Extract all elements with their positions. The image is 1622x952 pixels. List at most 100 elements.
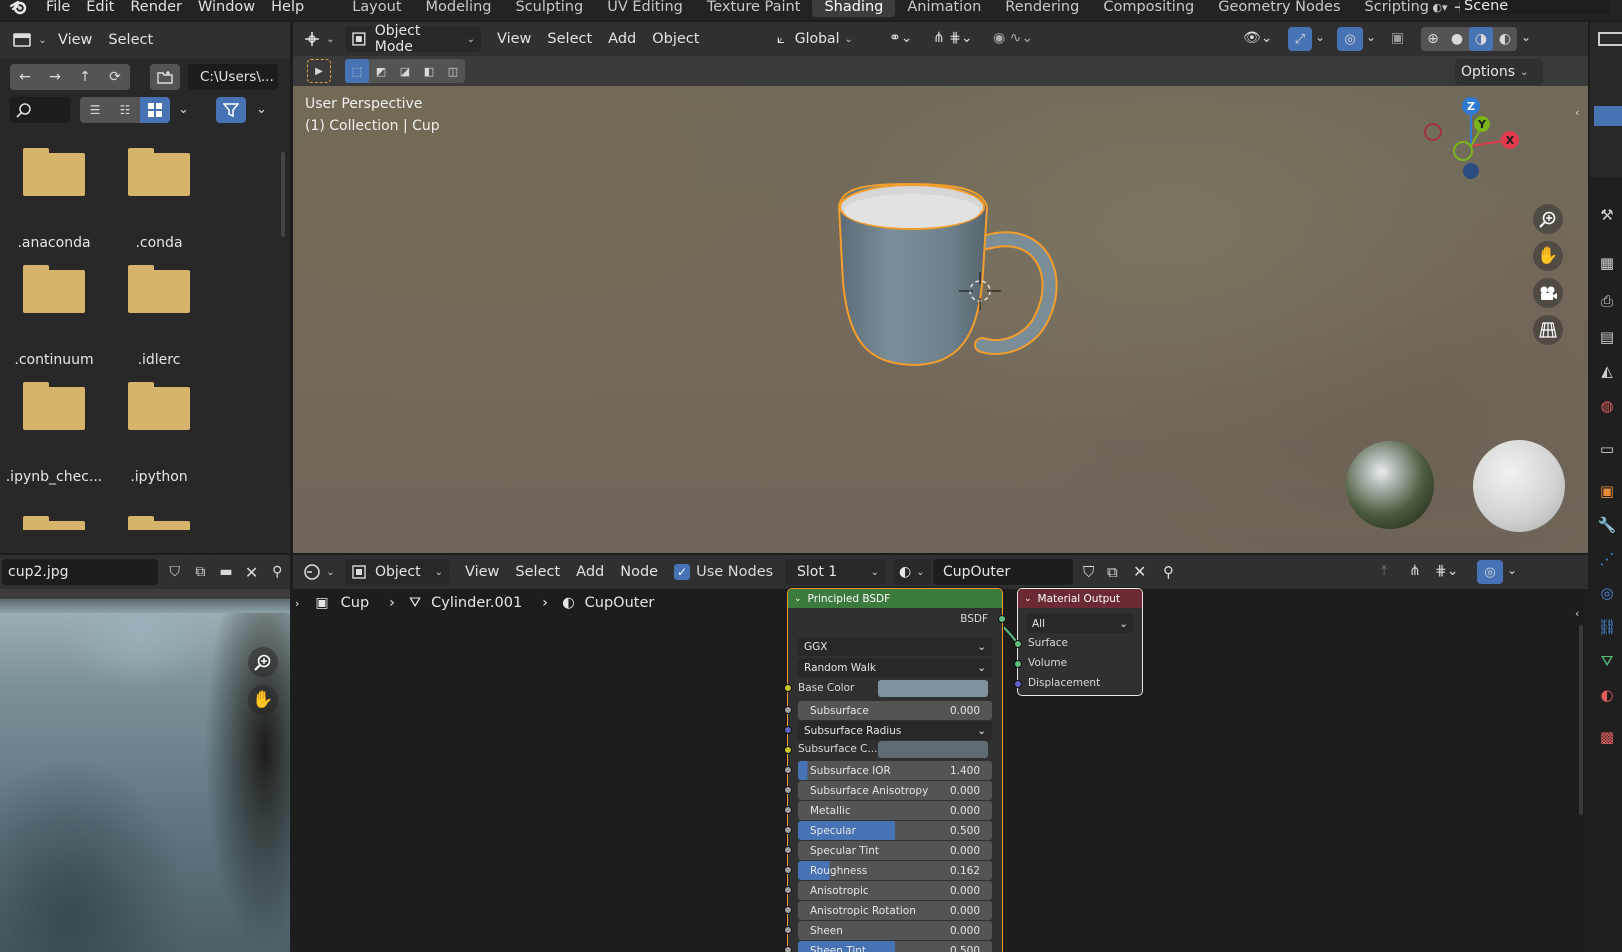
editor-type-dropdown[interactable]: ⌄ xyxy=(299,559,339,585)
tab-compositing[interactable]: Compositing xyxy=(1091,0,1206,17)
file-item-label[interactable]: .conda xyxy=(105,235,213,251)
filter-options-chevron-icon[interactable]: ⌄ xyxy=(256,102,267,117)
menu-view[interactable]: View xyxy=(50,32,100,48)
pan-hand-icon[interactable]: ✋ xyxy=(1533,241,1563,271)
folder-icon[interactable] xyxy=(128,265,190,313)
menu-select[interactable]: Select xyxy=(100,32,161,48)
subsurface-method-dropdown[interactable]: Random Walk ⌄ xyxy=(798,658,992,677)
field-subsurface-anisotropy[interactable]: Subsurface Anisotropy 0.000 xyxy=(798,781,992,800)
tool-icon[interactable]: ⚒ xyxy=(1596,204,1618,226)
outliner-icon[interactable] xyxy=(1598,32,1622,46)
object-mode-dropdown[interactable]: Object Mode ⌄ xyxy=(345,23,481,55)
texture-icon[interactable]: ▩ xyxy=(1596,726,1618,748)
path-field[interactable]: C:\Users\... xyxy=(188,64,278,90)
material-icon[interactable]: ◐ xyxy=(1596,684,1618,706)
file-browser-scrollbar[interactable] xyxy=(281,152,285,237)
modifier-icon[interactable]: 🔧 xyxy=(1596,514,1618,536)
snap-icon[interactable]: ⋔ ⋕⌄ xyxy=(933,30,973,46)
select-subtract-icon[interactable]: ◪ xyxy=(393,59,417,83)
material-preview-shading-icon[interactable]: ◑ xyxy=(1469,27,1493,51)
field-specular[interactable]: Specular 0.500 xyxy=(798,821,992,840)
select-invert-icon[interactable]: ◧ xyxy=(417,59,441,83)
cup-object[interactable] xyxy=(837,182,1067,382)
unlink-image-icon[interactable]: ✕ xyxy=(238,559,265,585)
collapse-chevron-icon[interactable]: ⌄ xyxy=(794,594,802,604)
output-icon[interactable]: ⎙ xyxy=(1596,290,1618,312)
new-folder-icon[interactable] xyxy=(150,64,180,90)
duplicate-material-icon[interactable]: ⧉ xyxy=(1107,563,1118,581)
input-socket[interactable] xyxy=(784,826,792,834)
input-socket[interactable] xyxy=(784,906,792,914)
file-item-label[interactable]: .ipynb_chec... xyxy=(0,469,108,485)
menu-node[interactable]: Node xyxy=(612,564,666,580)
file-item-label[interactable]: .idlerc xyxy=(105,352,213,368)
folder-icon[interactable] xyxy=(23,265,85,313)
input-socket[interactable] xyxy=(784,846,792,854)
input-socket[interactable] xyxy=(784,806,792,814)
input-socket[interactable] xyxy=(784,886,792,894)
parent-folder-icon[interactable]: ↑ xyxy=(70,64,100,90)
image-canvas[interactable]: ✋ xyxy=(0,589,290,952)
gizmo-dropdown-icon[interactable]: ⌄ xyxy=(1315,30,1325,44)
folder-icon[interactable] xyxy=(128,382,190,430)
target-dropdown[interactable]: All ⌄ xyxy=(1026,614,1134,633)
field-subsurface[interactable]: Subsurface 0.000 xyxy=(798,701,992,720)
menu-view[interactable]: View xyxy=(457,564,507,580)
fake-user-shield-icon[interactable]: ⛉ xyxy=(1083,563,1094,581)
snap-element-icon[interactable]: ⋕⌄ xyxy=(1435,563,1458,579)
gizmo-toggle-icon[interactable]: ⤢ xyxy=(1288,27,1312,51)
search-input[interactable] xyxy=(10,97,70,123)
blender-logo-icon[interactable] xyxy=(10,0,32,17)
snap-icon[interactable]: ⋔ xyxy=(1409,563,1421,579)
menu-file[interactable]: File xyxy=(38,0,78,17)
base-color-swatch[interactable] xyxy=(878,680,988,697)
data-icon[interactable]: ⛛ xyxy=(1596,650,1618,672)
fake-user-shield-icon[interactable]: ⛉ xyxy=(161,559,188,585)
navigation-gizmo[interactable]: Z Y X xyxy=(1421,94,1521,194)
menu-select[interactable]: Select xyxy=(539,31,600,47)
pivot-point-icon[interactable]: ⚭⌄ xyxy=(889,30,912,46)
perspective-toggle-icon[interactable] xyxy=(1533,315,1563,345)
scene-icon[interactable]: ◐▾ xyxy=(1426,0,1454,14)
unlink-material-icon[interactable]: ✕ xyxy=(1133,562,1146,581)
physics-icon[interactable]: ◎ xyxy=(1596,582,1618,604)
use-nodes-checkbox[interactable]: ✓ Use Nodes xyxy=(674,564,773,580)
tab-modeling[interactable]: Modeling xyxy=(414,0,504,17)
tab-animation[interactable]: Animation xyxy=(895,0,993,17)
principled-bsdf-node[interactable]: ⌄ Principled BSDF BSDF GGX ⌄ Random Walk ⌄… xyxy=(784,588,1006,952)
input-socket[interactable] xyxy=(784,866,792,874)
visibility-icon[interactable]: 👁⌄ xyxy=(1243,30,1273,46)
camera-view-icon[interactable] xyxy=(1533,278,1563,308)
pin-icon[interactable]: ⚲ xyxy=(1163,563,1174,581)
view-layer-icon[interactable]: ▤ xyxy=(1596,326,1618,348)
render-icon[interactable]: ▦ xyxy=(1596,252,1618,274)
transform-orientation-dropdown[interactable]: ⟀ Global ⌄ xyxy=(771,26,871,52)
menu-add[interactable]: Add xyxy=(568,564,612,580)
folder-icon[interactable] xyxy=(23,516,85,530)
open-image-icon[interactable]: ▬ xyxy=(213,559,239,585)
field-roughness[interactable]: Roughness 0.162 xyxy=(798,861,992,880)
field-subsurface-ior[interactable]: Subsurface IOR 1.400 xyxy=(798,761,992,780)
collapse-chevron-icon[interactable]: ⌄ xyxy=(1024,594,1032,604)
proportional-edit-icon[interactable]: ◉ ∿⌄ xyxy=(993,30,1033,46)
new-image-icon[interactable]: ⧉ xyxy=(187,559,214,585)
tab-uv-editing[interactable]: UV Editing xyxy=(595,0,695,17)
menu-select[interactable]: Select xyxy=(507,564,568,580)
tab-shading[interactable]: Shading xyxy=(812,0,896,17)
overlay-toggle-icon[interactable]: ◎ xyxy=(1337,27,1363,51)
field-metallic[interactable]: Metallic 0.000 xyxy=(798,801,992,820)
displacement-input-socket[interactable] xyxy=(1014,680,1022,688)
shading-dropdown-icon[interactable]: ⌄ xyxy=(1521,30,1531,44)
menu-edit[interactable]: Edit xyxy=(78,0,122,17)
collection-icon[interactable]: ▭ xyxy=(1596,438,1618,460)
breadcrumb-toggle-icon[interactable]: › xyxy=(295,597,299,610)
folder-icon[interactable] xyxy=(128,516,190,530)
forward-arrow-icon[interactable]: → xyxy=(40,64,70,90)
scene-icon[interactable]: ◭ xyxy=(1596,360,1618,382)
image-name-field[interactable]: cup2.jpg xyxy=(2,559,158,585)
file-item-label[interactable]: .anaconda xyxy=(0,235,108,251)
editor-type-dropdown[interactable]: ⌄ xyxy=(299,26,339,52)
distribution-dropdown[interactable]: GGX ⌄ xyxy=(798,637,992,656)
shader-type-dropdown[interactable]: Object ⌄ xyxy=(345,559,449,585)
tab-geometry-nodes[interactable]: Geometry Nodes xyxy=(1206,0,1352,17)
